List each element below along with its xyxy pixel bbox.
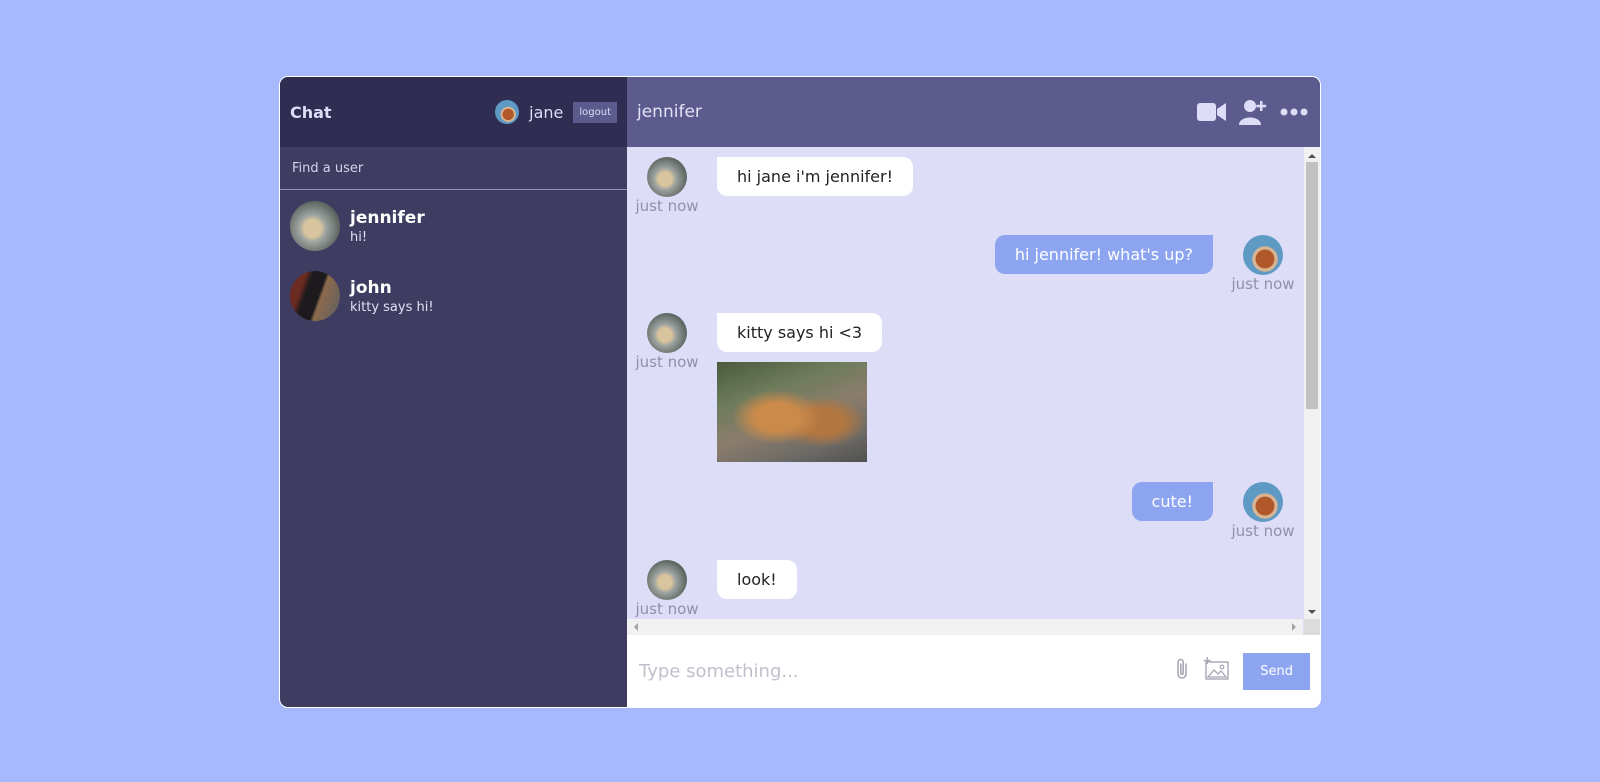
message-image-cat[interactable] <box>717 361 867 462</box>
chat-list-item-name: jennifer <box>350 207 425 228</box>
more-icon[interactable] <box>1280 108 1308 116</box>
current-user-avatar <box>495 100 520 124</box>
message-time: just now <box>1231 521 1295 540</box>
message-content: look! <box>717 559 797 618</box>
chat-app: Chat jane logout jennifer hi! john kitty… <box>279 76 1321 708</box>
send-tools: Send <box>1175 652 1310 690</box>
chat-title: jennifer <box>637 101 702 122</box>
chat-header: jennifer <box>627 77 1320 147</box>
scroll-down-icon[interactable] <box>1308 609 1316 618</box>
current-user-name: jane <box>529 102 564 122</box>
chat-list-item-info: jennifer hi! <box>350 208 425 245</box>
scrollbar-corner <box>1304 619 1320 636</box>
chat-list-item-info: john kitty says hi! <box>350 278 434 315</box>
scroll-left-icon[interactable] <box>630 623 638 632</box>
message-input[interactable] <box>639 660 1176 682</box>
avatar <box>290 201 340 251</box>
sidebar-header: Chat jane logout <box>280 77 627 147</box>
avatar <box>647 156 687 197</box>
message-own: just now cute! <box>637 481 1295 540</box>
horizontal-scrollbar[interactable] <box>627 619 1303 636</box>
message-info: just now <box>635 559 699 618</box>
message-bubble: kitty says hi <3 <box>717 312 883 352</box>
add-user-icon[interactable] <box>1239 98 1267 126</box>
message-content: cute! <box>1131 481 1213 540</box>
message-bubble: hi jane i'm jennifer! <box>717 156 913 196</box>
message-time: just now <box>1231 274 1295 293</box>
avatar <box>290 271 340 321</box>
message-info: just now <box>635 156 699 215</box>
chat-list-item-name: john <box>350 277 392 298</box>
app-logo: Chat <box>290 102 332 122</box>
message-content: hi jennifer! what's up? <box>994 234 1213 293</box>
message-info: just now <box>635 312 699 462</box>
avatar <box>647 312 687 353</box>
message-content: hi jane i'm jennifer! <box>717 156 913 215</box>
message-content: kitty says hi <3 <box>717 312 883 462</box>
send-button[interactable]: Send <box>1243 652 1310 690</box>
message-bubble: cute! <box>1131 481 1213 521</box>
chat-list-item-last-message: kitty says hi! <box>350 299 434 315</box>
scroll-right-icon[interactable] <box>1292 623 1300 632</box>
message-time: just now <box>635 599 699 618</box>
chat-header-actions <box>1197 98 1310 126</box>
chat-panel: jennifer just now hi jane i'm jennifer! … <box>627 77 1320 707</box>
add-image-icon[interactable] <box>1203 657 1229 685</box>
avatar <box>1243 234 1283 275</box>
message-bubble: look! <box>717 559 797 599</box>
message: just now look! <box>635 559 1293 618</box>
messages-area: just now hi jane i'm jennifer! just now … <box>627 146 1320 636</box>
search-input[interactable] <box>292 160 615 176</box>
user-search <box>280 147 627 190</box>
avatar <box>647 559 687 600</box>
video-camera-icon[interactable] <box>1197 101 1226 123</box>
paperclip-icon[interactable] <box>1175 657 1189 685</box>
message-own: just now hi jennifer! what's up? <box>637 234 1295 293</box>
scroll-up-icon[interactable] <box>1308 150 1316 158</box>
message: just now kitty says hi <3 <box>635 312 1293 462</box>
current-user: jane logout <box>495 100 617 124</box>
message-info: just now <box>1231 234 1295 293</box>
message: just now hi jane i'm jennifer! <box>635 156 1293 215</box>
vertical-scrollbar[interactable] <box>1304 146 1320 621</box>
chat-list-item-last-message: hi! <box>350 229 368 245</box>
sidebar: Chat jane logout jennifer hi! john kitty… <box>280 77 627 707</box>
message-list: just now hi jane i'm jennifer! just now … <box>627 147 1303 621</box>
message-time: just now <box>635 196 699 215</box>
scrollbar-thumb[interactable] <box>1306 161 1318 409</box>
message-bubble: hi jennifer! what's up? <box>994 234 1213 274</box>
chat-list-item-jennifer[interactable]: jennifer hi! <box>280 190 627 260</box>
message-time: just now <box>635 352 699 371</box>
avatar <box>1243 481 1283 522</box>
message-input-bar: Send <box>627 635 1320 707</box>
logout-button[interactable]: logout <box>573 101 617 123</box>
message-info: just now <box>1231 481 1295 540</box>
chat-list-item-john[interactable]: john kitty says hi! <box>280 260 627 330</box>
